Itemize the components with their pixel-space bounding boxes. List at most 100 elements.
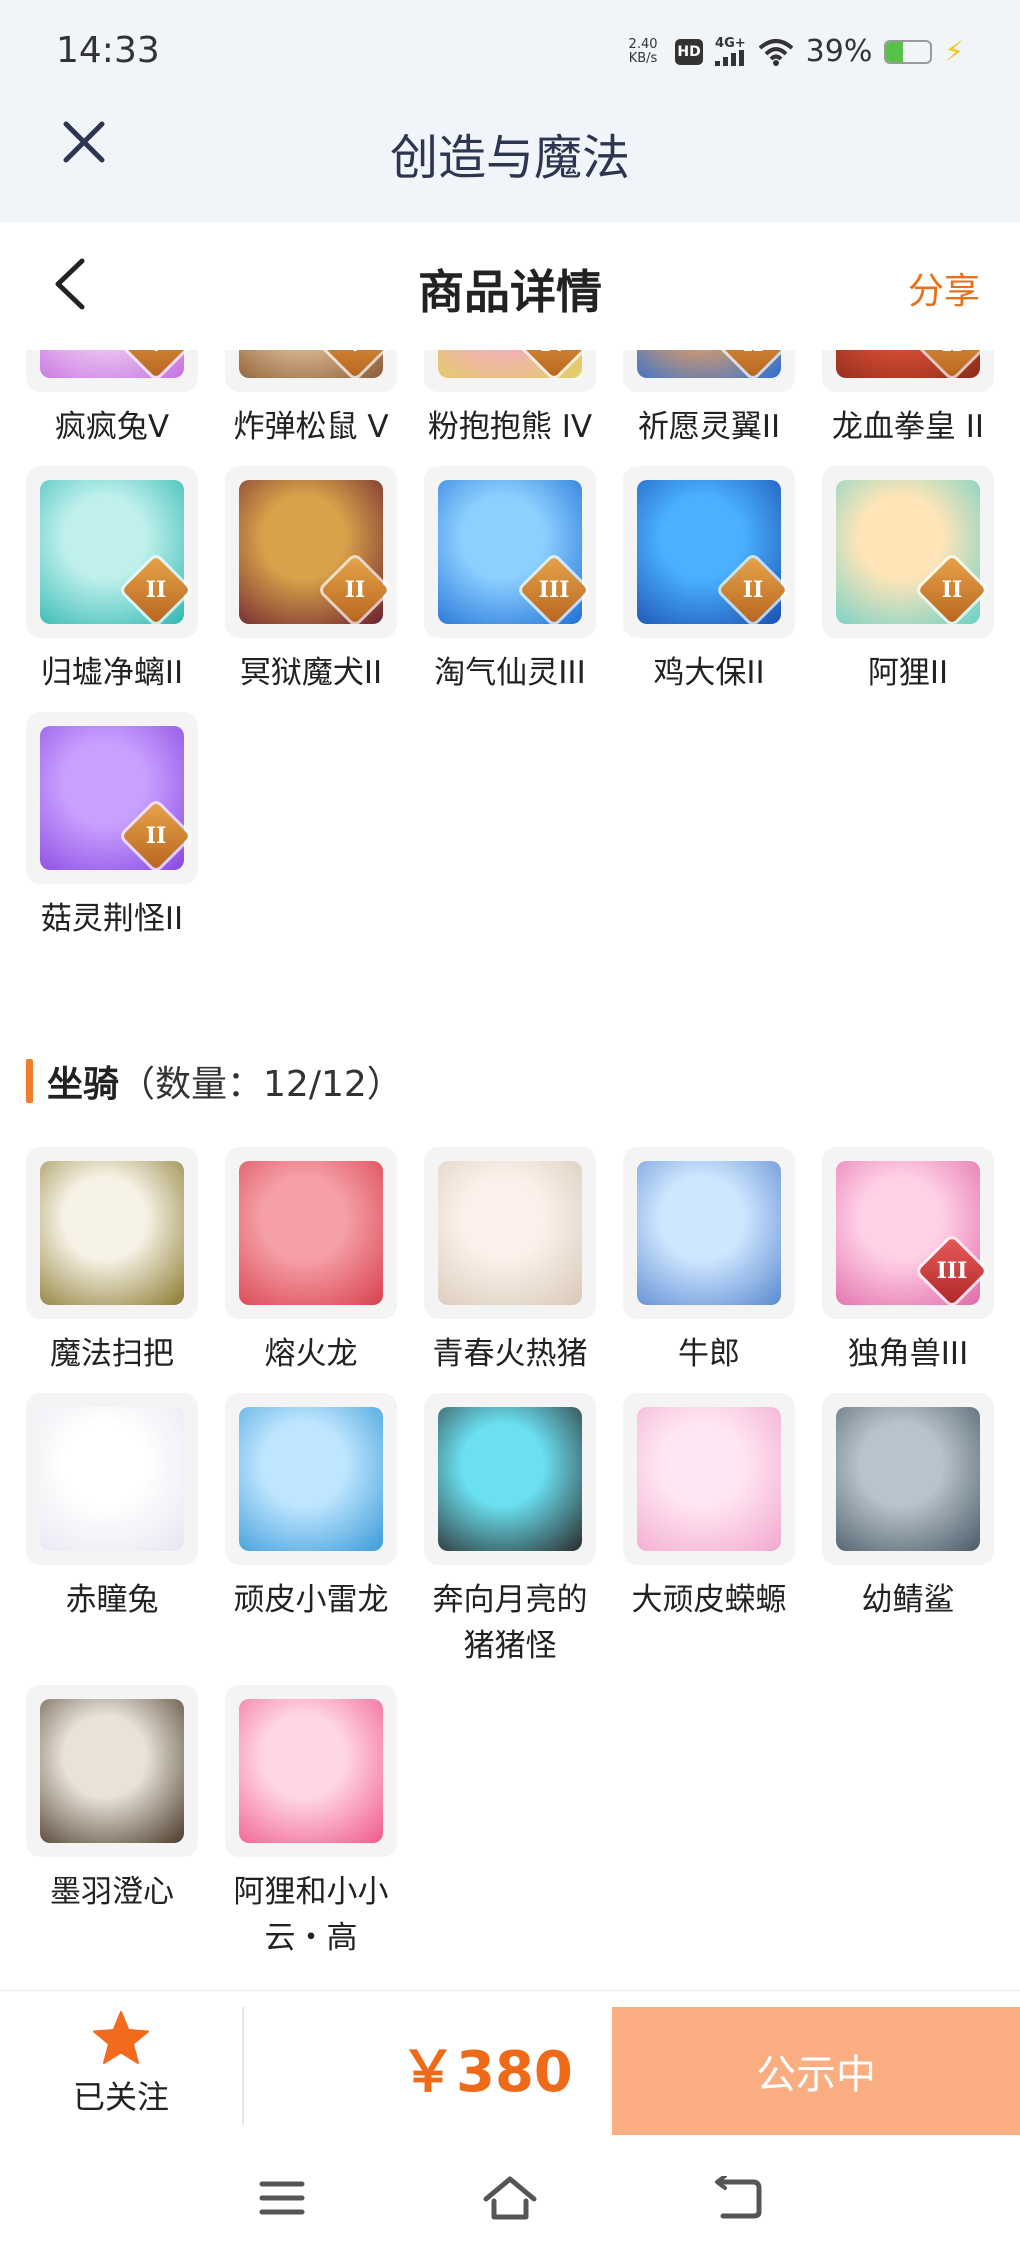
grade-badge-text: II xyxy=(742,577,764,603)
grade-badge-text: II xyxy=(941,577,963,603)
mount-thumbnail xyxy=(225,1393,397,1565)
mount-item[interactable]: III 独角兽III xyxy=(822,1147,994,1377)
grade-badge-text: III xyxy=(538,577,570,603)
pets-grid: V疯疯兔VV炸弹松鼠 VIV粉抱抱熊 IVII祈愿灵翼IIII龙血拳皇 IIII… xyxy=(26,350,1006,942)
grade-badge: II xyxy=(719,556,787,624)
mount-item[interactable]: 墨羽澄心 xyxy=(26,1685,198,1961)
mount-name: 独角兽III xyxy=(847,1336,969,1372)
signal-icon: 4G+ xyxy=(715,37,746,66)
mount-item[interactable]: 大顽皮蝾螈 xyxy=(623,1393,795,1669)
mount-name: 魔法扫把 xyxy=(50,1336,174,1372)
mount-thumbnail xyxy=(623,1393,795,1565)
grade-badge-text: III xyxy=(936,1258,968,1284)
follow-label: 已关注 xyxy=(72,2077,169,2116)
pet-name: 粉抱抱熊 IV xyxy=(427,409,593,445)
divider xyxy=(242,2007,244,2125)
status-time: 14:33 xyxy=(56,30,160,71)
app-title: 创造与魔法 xyxy=(389,130,630,186)
pet-item[interactable]: III 淘气仙灵III xyxy=(424,466,596,696)
share-button[interactable]: 分享 xyxy=(908,262,980,314)
mount-name: 顽皮小雷龙 xyxy=(233,1582,389,1618)
pet-name: 淘气仙灵III xyxy=(434,655,586,691)
grade-badge-text: V xyxy=(331,350,379,368)
mount-name: 青春火热猪 xyxy=(432,1336,588,1372)
mount-name: 墨羽澄心 xyxy=(50,1874,174,1910)
grade-badge: II xyxy=(122,802,190,870)
content-area[interactable]: V疯疯兔VV炸弹松鼠 VIV粉抱抱熊 IVII祈愿灵翼IIII龙血拳皇 IIII… xyxy=(0,350,1020,1990)
pet-item[interactable]: II 归墟净螭II xyxy=(26,466,198,696)
mount-image xyxy=(40,1699,184,1843)
pet-thumbnail: III xyxy=(424,466,596,638)
mount-thumbnail xyxy=(822,1393,994,1565)
bottom-action-bar: 已关注 ￥380 公示中 xyxy=(0,1990,1020,2140)
mount-thumbnail xyxy=(225,1685,397,1857)
page-title: 商品详情 xyxy=(418,265,602,319)
net-speed: 2.40 KB/s xyxy=(623,37,663,66)
mount-name: 幼鲭鲨 xyxy=(861,1582,955,1618)
mount-item[interactable]: 顽皮小雷龙 xyxy=(225,1393,397,1669)
mount-image xyxy=(637,1161,781,1305)
pet-thumbnail: IV xyxy=(424,350,596,392)
mount-thumbnail: III xyxy=(822,1147,994,1319)
signal-label: 4G+ xyxy=(715,36,746,51)
mount-item[interactable]: 赤瞳兔 xyxy=(26,1393,198,1669)
mount-name: 熔火龙 xyxy=(264,1336,358,1372)
grade-badge: III xyxy=(520,556,588,624)
mount-name: 奔向月亮的 猪猪怪 xyxy=(432,1582,588,1664)
page-header: 商品详情 分享 xyxy=(0,222,1020,350)
grade-badge-text: II xyxy=(344,577,366,603)
pet-name: 归墟净螭II xyxy=(40,655,184,691)
mount-item[interactable]: 奔向月亮的 猪猪怪 xyxy=(424,1393,596,1669)
grade-badge-text: II xyxy=(145,577,167,603)
pet-item[interactable]: II 龙血拳皇 II xyxy=(822,350,994,450)
pet-thumbnail: II xyxy=(26,466,198,638)
pet-item[interactable]: IV 粉抱抱熊 IV xyxy=(424,350,596,450)
mount-thumbnail xyxy=(26,1393,198,1565)
mount-image xyxy=(239,1407,383,1551)
pet-thumbnail: II xyxy=(225,466,397,638)
menu-button[interactable] xyxy=(252,2170,312,2226)
mount-image xyxy=(438,1407,582,1551)
home-icon xyxy=(483,2176,537,2220)
top-area: 14:33 2.40 KB/s HD 4G+ 39% ⚡ 创造与魔法 xyxy=(0,0,1020,222)
mount-name: 牛郎 xyxy=(678,1336,740,1372)
mount-item[interactable]: 牛郎 xyxy=(623,1147,795,1377)
pet-item[interactable]: II 祈愿灵翼II xyxy=(623,350,795,450)
pet-item[interactable]: V 炸弹松鼠 V xyxy=(225,350,397,450)
mount-image xyxy=(239,1699,383,1843)
follow-button[interactable]: 已关注 xyxy=(0,1991,242,2136)
grade-badge-text: II xyxy=(145,823,167,849)
pet-name: 龙血拳皇 II xyxy=(831,409,985,445)
mount-thumbnail xyxy=(26,1685,198,1857)
pet-name: 祈愿灵翼II xyxy=(637,409,781,445)
home-button[interactable] xyxy=(480,2170,540,2226)
pet-item[interactable]: II 阿狸II xyxy=(822,466,994,696)
mount-item[interactable]: 阿狸和小小 云・高 xyxy=(225,1685,397,1961)
hd-icon: HD xyxy=(675,38,704,65)
mount-item[interactable]: 幼鲭鲨 xyxy=(822,1393,994,1669)
mounts-section-title: 坐骑 xyxy=(47,1064,120,1105)
grade-badge-text: V xyxy=(132,350,180,368)
mount-item[interactable]: 青春火热猪 xyxy=(424,1147,596,1377)
mounts-section-heading: 坐骑 （数量：12/12） xyxy=(26,1055,403,1107)
menu-icon xyxy=(259,2181,305,2215)
mount-image xyxy=(40,1161,184,1305)
system-nav-bar xyxy=(0,2140,1020,2255)
mount-item[interactable]: 熔火龙 xyxy=(225,1147,397,1377)
pet-item[interactable]: V 疯疯兔V xyxy=(26,350,198,450)
section-accent-bar xyxy=(26,1059,33,1103)
grade-badge: II xyxy=(321,556,389,624)
mount-item[interactable]: 魔法扫把 xyxy=(26,1147,198,1377)
pet-name: 炸弹松鼠 V xyxy=(233,409,389,445)
mount-thumbnail xyxy=(225,1147,397,1319)
pet-item[interactable]: II 冥狱魔犬II xyxy=(225,466,397,696)
back-nav-button[interactable] xyxy=(708,2170,768,2226)
pet-thumbnail: II xyxy=(26,712,198,884)
grade-badge: II xyxy=(122,556,190,624)
pet-item[interactable]: II 菇灵荆怪II xyxy=(26,712,198,942)
pet-item[interactable]: II 鸡大保II xyxy=(623,466,795,696)
battery-percent: 39% xyxy=(805,34,873,69)
pet-thumbnail: II xyxy=(822,350,994,392)
grade-badge-text: IV xyxy=(530,350,578,368)
status-button[interactable]: 公示中 xyxy=(612,2007,1020,2135)
